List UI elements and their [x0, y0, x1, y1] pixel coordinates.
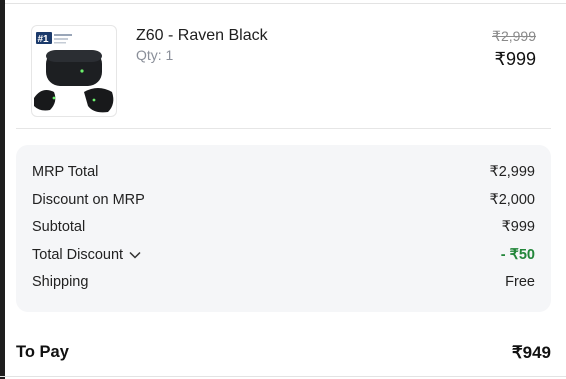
summary-label: Total Discount — [32, 247, 124, 263]
product-quantity: Qty: 1 — [136, 47, 174, 63]
summary-row-discount-on-mrp: Discount on MRP ₹2,000 — [32, 192, 535, 212]
cart-item: #1 Z60 - Raven Black Qty: 1 ₹2,999 ₹999 — [16, 4, 552, 129]
summary-label: Subtotal — [32, 219, 86, 235]
summary-row-total-discount[interactable]: Total Discount - ₹50 — [32, 247, 535, 267]
summary-value: - ₹50 — [500, 247, 535, 263]
summary-label: Discount on MRP — [32, 192, 145, 208]
to-pay-amount: ₹949 — [511, 343, 551, 362]
summary-value: ₹999 — [501, 219, 535, 235]
section-divider — [16, 128, 551, 129]
summary-value: Free — [505, 274, 535, 290]
summary-row-mrp-total: MRP Total ₹2,999 — [32, 164, 535, 184]
window-edge — [0, 0, 5, 379]
summary-row-subtotal: Subtotal ₹999 — [32, 219, 535, 239]
summary-value: ₹2,000 — [489, 192, 535, 208]
total-discount-toggle[interactable]: Total Discount — [32, 247, 141, 263]
product-name[interactable]: Z60 - Raven Black — [136, 27, 268, 45]
original-price: ₹2,999 — [492, 28, 536, 44]
summary-row-shipping: Shipping Free — [32, 274, 535, 294]
rank-badge: #1 — [38, 34, 50, 45]
summary-label: MRP Total — [32, 164, 99, 180]
sale-price: ₹999 — [494, 49, 536, 69]
to-pay-label: To Pay — [16, 343, 69, 361]
bottom-divider — [0, 376, 566, 377]
to-pay-row: To Pay ₹949 — [16, 343, 551, 365]
price-summary: MRP Total ₹2,999 Discount on MRP ₹2,000 … — [16, 145, 551, 312]
earbuds-case-icon: #1 — [34, 32, 114, 113]
chevron-down-icon — [129, 252, 141, 259]
product-image[interactable]: #1 — [31, 25, 117, 117]
summary-value: ₹2,999 — [489, 164, 535, 180]
summary-label: Shipping — [32, 274, 89, 290]
